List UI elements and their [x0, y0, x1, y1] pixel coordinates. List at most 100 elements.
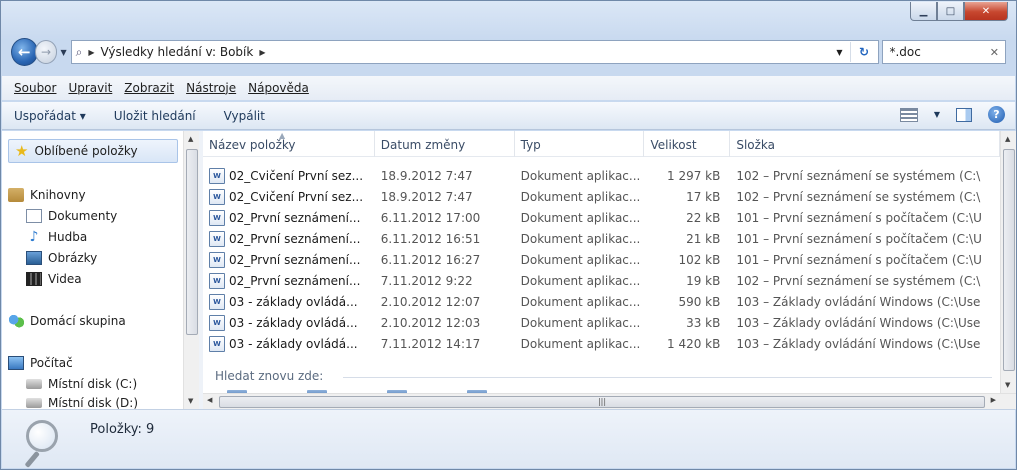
- music-icon: ♪: [29, 229, 39, 245]
- column-header-folder[interactable]: Složka: [730, 131, 1000, 157]
- file-name-cell[interactable]: W 02_První seznámení...: [203, 272, 375, 289]
- sort-ascending-icon: ▲: [279, 131, 286, 140]
- address-bar[interactable]: ⌕ ▶ Výsledky hledání v: Bobík ▶ ▼ ↻: [70, 40, 880, 64]
- nav-disk-d[interactable]: Místní disk (D:): [26, 393, 138, 409]
- column-header-type[interactable]: Typ: [515, 131, 645, 157]
- forward-button[interactable]: →: [34, 40, 58, 64]
- nav-homegroup[interactable]: Domácí skupina: [8, 311, 126, 331]
- file-list-h-scrollbar[interactable]: ◀ ||| ▶: [203, 393, 1016, 409]
- menu-file[interactable]: Soubor: [14, 81, 56, 95]
- file-type-cell: Dokument aplikac...: [520, 210, 641, 225]
- file-size-cell: 21 kB: [686, 231, 721, 246]
- clear-search-icon[interactable]: ✕: [990, 46, 999, 59]
- nav-pictures[interactable]: Obrázky: [26, 248, 97, 268]
- file-name: 02_Cvičení První sez...: [229, 168, 364, 183]
- file-name: 03 - základy ovládá...: [229, 336, 358, 351]
- refresh-button[interactable]: ↻: [850, 42, 876, 62]
- address-history-dropdown[interactable]: ▼: [836, 48, 842, 57]
- table-row[interactable]: W 03 - základy ovládá... 2.10.2012 12:03 Do…: [203, 312, 1000, 333]
- back-button[interactable]: ←: [11, 38, 38, 66]
- file-name-cell[interactable]: W 02_První seznámení...: [203, 251, 375, 268]
- view-dropdown-icon[interactable]: ▼: [934, 110, 940, 119]
- nav-documents[interactable]: Dokumenty: [26, 206, 117, 226]
- word-document-icon: W: [209, 314, 225, 331]
- scroll-up-arrow-icon[interactable]: ▲: [1005, 135, 1010, 143]
- search-input[interactable]: *.doc ✕: [882, 40, 1006, 64]
- file-name: 02_První seznámení...: [229, 210, 361, 225]
- recent-pages-dropdown[interactable]: ▼: [60, 48, 66, 57]
- file-date-cell: 18.9.2012 7:47: [380, 189, 473, 204]
- minimize-button[interactable]: ▁: [910, 2, 937, 21]
- file-name-cell[interactable]: W 03 - základy ovládá...: [203, 293, 375, 310]
- menu-view[interactable]: Zobrazit: [124, 81, 174, 95]
- nav-scrollbar[interactable]: ▲ ▼: [183, 131, 199, 409]
- file-name-cell[interactable]: W 03 - základy ovládá...: [203, 335, 375, 352]
- menu-tools[interactable]: Nástroje: [186, 81, 236, 95]
- file-name-cell[interactable]: W 02_Cvičení První sez...: [203, 167, 375, 184]
- column-header-size[interactable]: Velikost: [644, 131, 731, 157]
- scroll-down-arrow-icon[interactable]: ▼: [188, 397, 193, 405]
- file-date-cell: 18.9.2012 7:47: [380, 168, 473, 183]
- scroll-left-arrow-icon[interactable]: ◀: [207, 396, 212, 404]
- file-name: 02_Cvičení První sez...: [229, 189, 364, 204]
- file-list-scroll-thumb[interactable]: [1003, 149, 1015, 371]
- word-document-icon: W: [209, 272, 225, 289]
- scroll-down-arrow-icon[interactable]: ▼: [1005, 381, 1010, 389]
- file-size-cell: 102 kB: [678, 252, 721, 267]
- file-name-cell[interactable]: W 03 - základy ovládá...: [203, 314, 375, 331]
- file-date-cell: 2.10.2012 12:07: [380, 294, 481, 309]
- word-document-icon: W: [209, 251, 225, 268]
- table-row[interactable]: W 03 - základy ovládá... 7.11.2012 14:17 Do…: [203, 333, 1000, 354]
- breadcrumb[interactable]: Výsledky hledání v: Bobík: [100, 45, 253, 59]
- table-row[interactable]: W 02_Cvičení První sez... 18.9.2012 7:47 Do…: [203, 186, 1000, 207]
- navigation-pane: ★ Oblíbené položky Knihovny Dokumenty ♪ …: [2, 131, 199, 409]
- item-count: Položky: 9: [90, 422, 155, 437]
- file-name-cell[interactable]: W 02_Cvičení První sez...: [203, 188, 375, 205]
- videos-icon: [26, 272, 42, 286]
- file-list: ▲ Název položky Datum změny Typ Velikost…: [203, 131, 1016, 409]
- explorer-window: ▁ □ ✕ ← → ▼ ⌕ ▶ Výsledky hledání v: Bobí…: [0, 0, 1017, 470]
- table-row[interactable]: W 02_První seznámení... 6.11.2012 16:51 Dok…: [203, 228, 1000, 249]
- nav-computer[interactable]: Počítač: [8, 353, 73, 373]
- pictures-icon: [26, 251, 42, 265]
- column-header-name[interactable]: ▲ Název položky: [203, 131, 375, 157]
- file-name: 03 - základy ovládá...: [229, 294, 358, 309]
- file-list-scrollbar[interactable]: ▲ ▼: [1000, 131, 1016, 393]
- scroll-up-arrow-icon[interactable]: ▲: [188, 135, 193, 143]
- table-row[interactable]: W 03 - základy ovládá... 2.10.2012 12:07 Do…: [203, 291, 1000, 312]
- menu-edit[interactable]: Upravit: [68, 81, 112, 95]
- save-search-button[interactable]: Uložit hledání: [114, 109, 196, 123]
- breadcrumb-chevron-icon[interactable]: ▶: [88, 48, 94, 57]
- file-folder-cell: 102 – První seznámení se systémem (C:\: [736, 168, 981, 183]
- table-row[interactable]: W 02_První seznámení... 7.11.2012 9:22 Doku…: [203, 270, 1000, 291]
- command-bar: Uspořádat ▾ Uložit hledání Vypálit ▼ ?: [2, 102, 1015, 130]
- nav-documents-label: Dokumenty: [48, 209, 118, 223]
- help-icon[interactable]: ?: [988, 106, 1005, 123]
- h-scroll-thumb[interactable]: |||: [219, 396, 985, 408]
- scroll-right-arrow-icon[interactable]: ▶: [991, 396, 996, 404]
- file-name: 02_První seznámení...: [229, 273, 361, 288]
- table-row[interactable]: W 02_Cvičení První sez... 18.9.2012 7:47 Do…: [203, 165, 1000, 186]
- table-row[interactable]: W 02_První seznámení... 6.11.2012 16:27 Dok…: [203, 249, 1000, 270]
- nav-libraries[interactable]: Knihovny: [8, 185, 86, 205]
- nav-music[interactable]: ♪ Hudba: [26, 227, 88, 247]
- column-header-date[interactable]: Datum změny: [375, 131, 515, 157]
- nav-scroll-thumb[interactable]: [186, 149, 198, 335]
- breadcrumb-chevron-icon[interactable]: ▶: [259, 48, 265, 57]
- file-name-cell[interactable]: W 02_První seznámení...: [203, 209, 375, 226]
- nav-disk-c[interactable]: Místní disk (C:): [26, 374, 137, 394]
- organize-button[interactable]: Uspořádat ▾: [14, 109, 86, 123]
- burn-button[interactable]: Vypálit: [224, 109, 265, 123]
- search-location-icon: ⌕: [75, 44, 83, 59]
- change-view-icon[interactable]: [899, 107, 918, 122]
- menu-help[interactable]: Nápověda: [248, 81, 309, 95]
- maximize-button[interactable]: □: [937, 2, 964, 21]
- word-document-icon: W: [209, 209, 225, 226]
- nav-favorites[interactable]: ★ Oblíbené položky: [8, 139, 178, 163]
- nav-videos[interactable]: Videa: [26, 269, 82, 289]
- close-button[interactable]: ✕: [964, 2, 1008, 21]
- word-document-icon: W: [209, 230, 225, 247]
- file-name-cell[interactable]: W 02_První seznámení...: [203, 230, 375, 247]
- preview-pane-icon[interactable]: [956, 107, 972, 122]
- table-row[interactable]: W 02_První seznámení... 6.11.2012 17:00 Dok…: [203, 207, 1000, 228]
